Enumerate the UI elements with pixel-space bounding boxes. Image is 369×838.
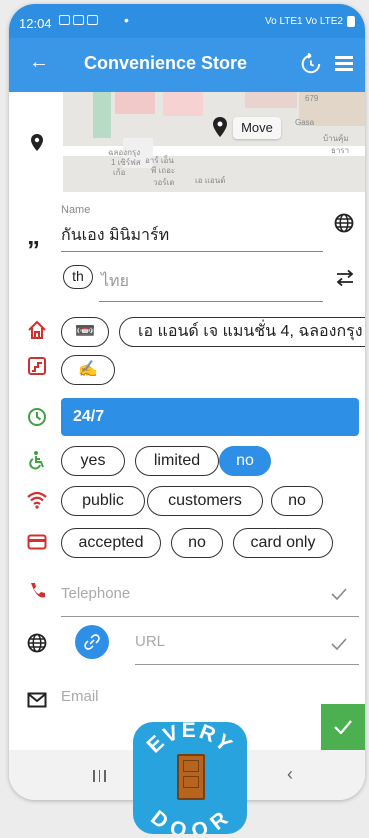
logo-top-text: EVERY <box>143 722 236 758</box>
payment-option-accepted[interactable]: accepted <box>61 528 161 558</box>
recents-icon[interactable] <box>93 770 106 782</box>
swap-icon[interactable] <box>335 270 355 286</box>
levels-chip[interactable]: ✍ <box>61 355 115 385</box>
payment-option-card-only[interactable]: card only <box>233 528 333 558</box>
wheelchair-option-limited[interactable]: limited <box>135 446 219 476</box>
map-label: เอ แอนด์ <box>195 176 226 185</box>
globe-icon <box>27 633 47 653</box>
url-underline <box>135 664 359 665</box>
language-chip[interactable]: th <box>63 265 93 289</box>
globe-icon[interactable] <box>334 213 354 233</box>
stairs-icon <box>28 357 46 375</box>
arrow-left-icon[interactable]: ← <box>29 51 49 74</box>
wifi-option-public[interactable]: public <box>61 486 145 516</box>
opening-hours-field[interactable]: 24/7 <box>61 398 359 436</box>
svg-text:EVERY: EVERY <box>143 722 238 758</box>
check-icon[interactable] <box>331 638 347 650</box>
location-pin-icon <box>31 134 43 151</box>
status-time: 12:04 <box>19 16 52 31</box>
svg-text:DOOR: DOOR <box>146 806 234 834</box>
location-map[interactable]: 679 ฉลองกรุง 1 เซิร์ฟส เก้อ อาร์ เอ็น พี… <box>63 92 365 192</box>
history-icon[interactable] <box>299 53 321 75</box>
map-label: 679 <box>305 94 319 103</box>
wifi-option-no[interactable]: no <box>271 486 323 516</box>
wifi-icon <box>27 491 47 509</box>
address-icon-chip[interactable]: 📼 <box>61 317 109 347</box>
translated-name-underline <box>99 301 323 302</box>
door-icon <box>177 754 205 800</box>
map-label: ธารา <box>331 146 350 155</box>
status-right: Vo LTE1 Vo LTE2 <box>265 16 355 27</box>
status-bar: 12:04 • Vo LTE1 Vo LTE2 <box>9 4 365 38</box>
telephone-underline <box>61 616 359 617</box>
status-dot: • <box>124 12 129 28</box>
phone-screen: 12:04 • Vo LTE1 Vo LTE2 ← Convenience St… <box>9 4 365 800</box>
map-label: เก้อ <box>113 168 126 177</box>
notification-icons <box>59 15 98 25</box>
telephone-input[interactable]: Telephone <box>61 585 130 602</box>
map-label: วอร์เด <box>153 178 175 187</box>
name-label: Name <box>61 204 91 216</box>
link-button[interactable] <box>75 625 109 659</box>
card-icon <box>27 534 47 550</box>
house-icon <box>28 320 46 339</box>
battery-icon <box>347 16 355 27</box>
payment-option-no[interactable]: no <box>171 528 223 558</box>
quote-icon: ” <box>27 235 40 265</box>
link-icon <box>84 634 100 650</box>
translated-name-input[interactable]: ไทย <box>101 269 129 294</box>
list-icon[interactable] <box>335 56 353 72</box>
name-underline <box>61 251 323 252</box>
wheelchair-option-yes[interactable]: yes <box>61 446 125 476</box>
email-input[interactable]: Email <box>61 688 99 705</box>
save-button[interactable] <box>321 704 365 752</box>
mail-icon <box>27 692 47 708</box>
logo-bottom-text: DOOR <box>146 806 232 834</box>
move-button[interactable]: Move <box>233 117 281 139</box>
everydoor-logo: EVERY DOOR <box>133 722 247 834</box>
url-input[interactable]: URL <box>135 633 165 650</box>
phone-icon <box>31 583 45 598</box>
map-label: Gasa <box>295 118 315 127</box>
clock-icon <box>28 408 46 426</box>
app-bar: ← Convenience Store <box>9 38 365 92</box>
check-icon[interactable] <box>331 588 347 600</box>
wheelchair-icon <box>29 451 44 470</box>
wheelchair-option-no[interactable]: no <box>219 446 271 476</box>
page-title: Convenience Store <box>84 53 248 73</box>
name-field[interactable]: กันเอง มินิมาร์ท <box>61 223 169 248</box>
map-pin-icon <box>213 117 227 137</box>
network-text: Vo LTE1 Vo LTE2 <box>264 16 343 27</box>
back-nav-icon[interactable]: ‹ <box>287 764 293 785</box>
check-icon <box>334 720 352 734</box>
wifi-option-customers[interactable]: customers <box>147 486 263 516</box>
address-chip[interactable]: เอ แอนด์ เจ แมนชั่น 4, ฉลองกรุง <box>119 317 365 347</box>
